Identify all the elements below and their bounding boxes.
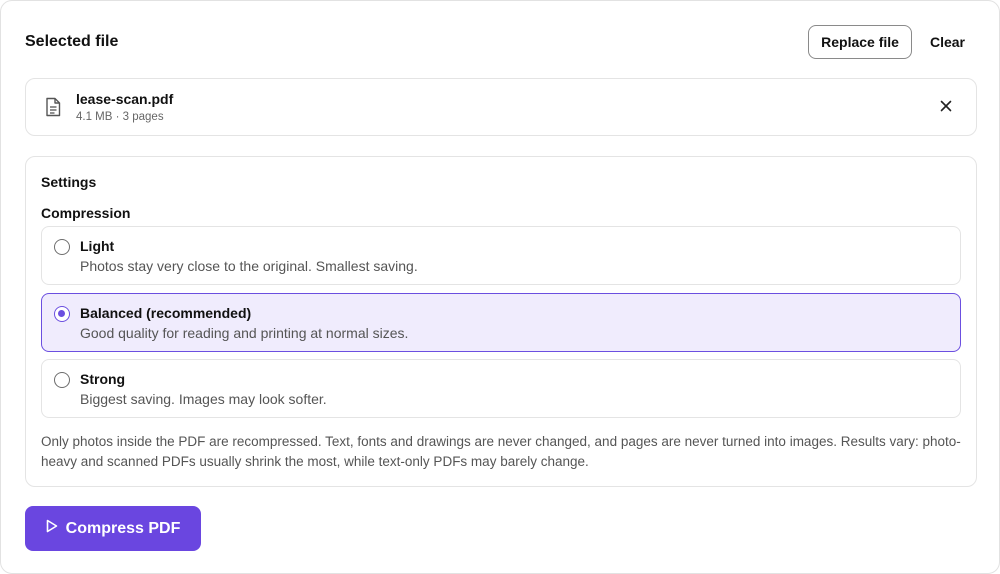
file-name: lease-scan.pdf xyxy=(76,90,174,107)
replace-file-button[interactable]: Replace file xyxy=(808,25,912,59)
option-title: Balanced (recommended) xyxy=(80,305,252,321)
remove-file-button[interactable] xyxy=(934,95,958,119)
compression-note: Only photos inside the PDF are recompres… xyxy=(41,434,961,469)
option-description: Biggest saving. Images may look softer. xyxy=(80,391,327,407)
compression-label: Compression xyxy=(41,205,131,221)
option-light[interactable]: Light Photos stay very close to the orig… xyxy=(41,226,961,285)
compress-pdf-button[interactable]: Compress PDF xyxy=(25,506,201,551)
settings-title: Settings xyxy=(41,174,97,190)
file-meta: 4.1 MB · 3 pages xyxy=(76,110,164,123)
play-icon xyxy=(46,519,58,538)
clear-button[interactable]: Clear xyxy=(920,25,975,59)
close-icon xyxy=(940,100,952,115)
page-title: Selected file xyxy=(25,33,119,50)
option-description: Good quality for reading and printing at… xyxy=(80,325,409,341)
header: Selected file Replace file Clear xyxy=(25,25,975,59)
compress-pdf-label: Compress PDF xyxy=(65,519,181,537)
option-title: Light xyxy=(80,238,115,254)
option-balanced[interactable]: Balanced (recommended) Good quality for … xyxy=(41,293,961,352)
option-description: Photos stay very close to the original. … xyxy=(80,258,418,274)
compress-panel: Selected file Replace file Clear lease-s… xyxy=(0,0,1000,574)
option-title: Strong xyxy=(80,371,126,387)
option-strong[interactable]: Strong Biggest saving. Images may look s… xyxy=(41,359,961,418)
file-info: lease-scan.pdf 4.1 MB · 3 pages xyxy=(76,90,934,125)
radio-strong[interactable] xyxy=(54,372,70,388)
header-actions: Replace file Clear xyxy=(808,25,975,59)
radio-light[interactable] xyxy=(54,239,70,255)
radio-balanced[interactable] xyxy=(54,306,70,322)
file-card: lease-scan.pdf 4.1 MB · 3 pages xyxy=(25,78,977,136)
settings-section: Settings Compression Light Photos stay v… xyxy=(25,156,977,487)
document-icon xyxy=(44,97,64,117)
